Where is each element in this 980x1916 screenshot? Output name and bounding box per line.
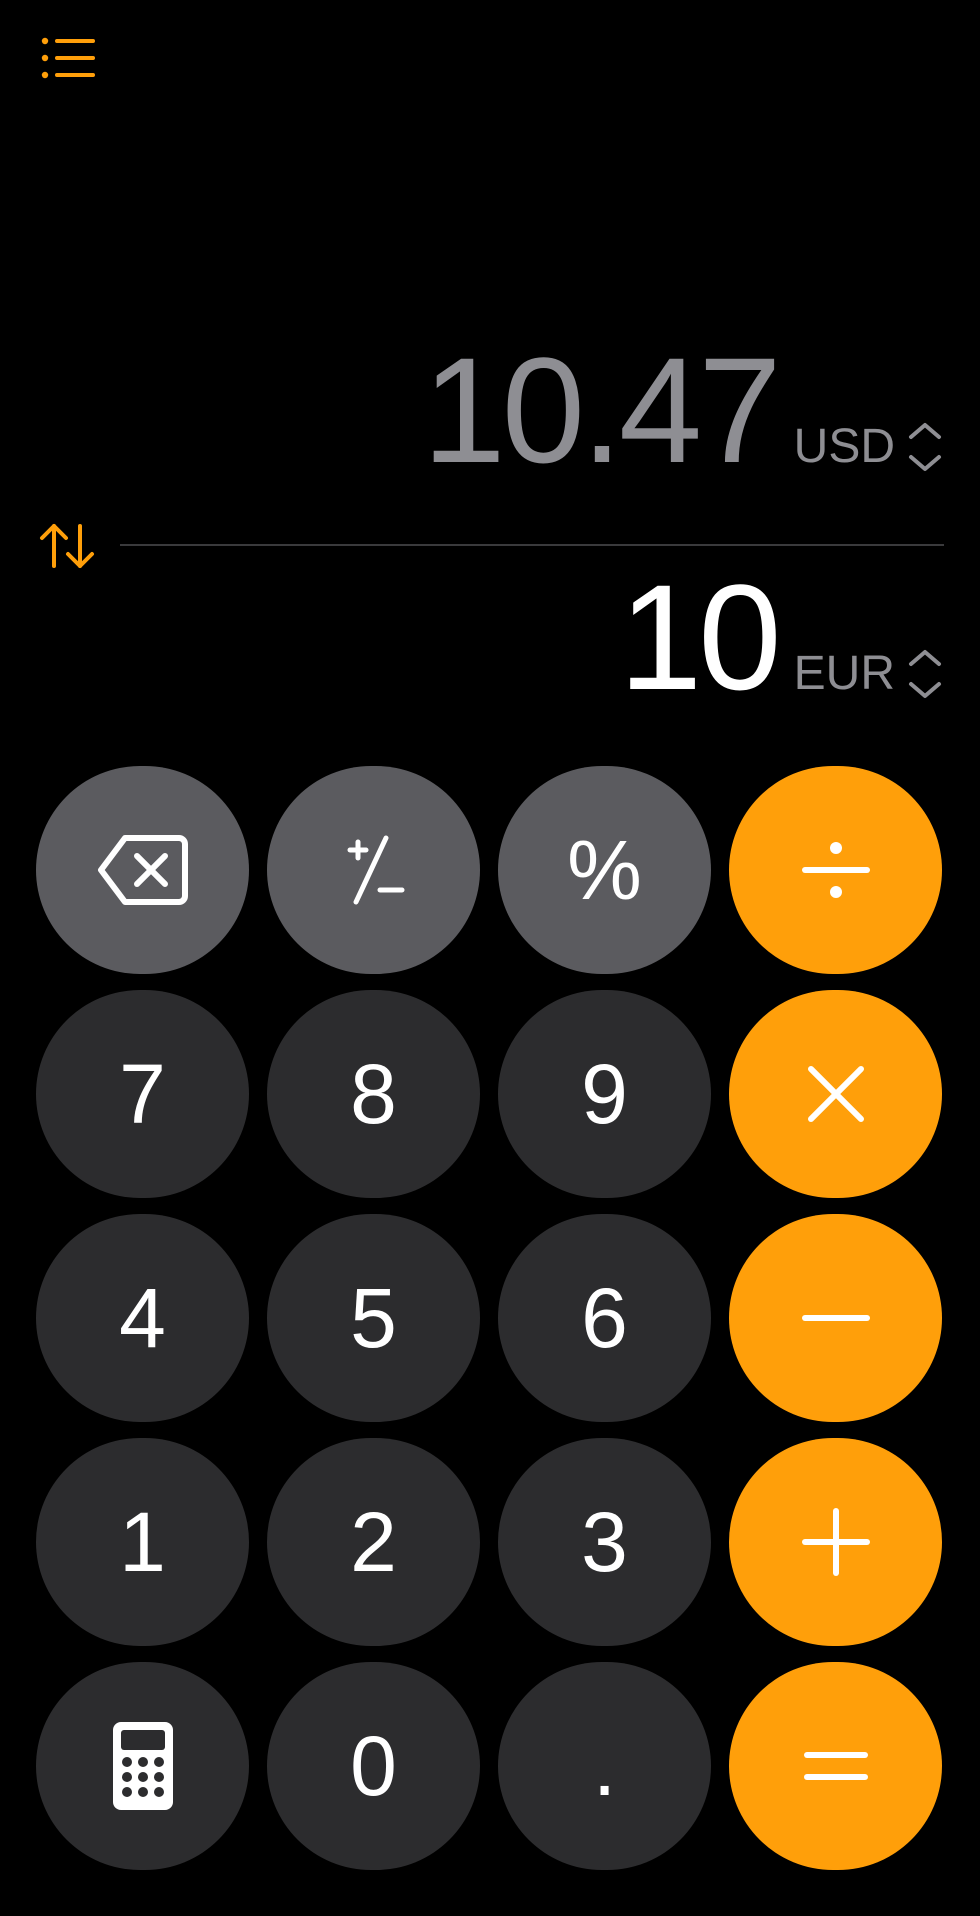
digit-3-label: 3 [581,1495,628,1589]
plus-button[interactable] [729,1438,942,1646]
equals-icon [803,1752,868,1780]
backspace-icon [97,835,188,905]
digit-9-label: 9 [581,1047,628,1141]
digit-8-button[interactable]: 8 [267,990,480,1198]
keypad: % 7 8 9 4 5 6 1 2 3 0 . [36,766,945,1870]
menu-button[interactable] [40,34,100,84]
digit-5-label: 5 [350,1271,397,1365]
source-amount-row: 10.47 USD [422,335,945,485]
digit-2-button[interactable]: 2 [267,1438,480,1646]
plus-minus-icon [347,835,404,905]
minus-button[interactable] [729,1214,942,1422]
digit-7-button[interactable]: 7 [36,990,249,1198]
plus-icon [801,1508,870,1576]
multiply-button[interactable] [729,990,942,1198]
digit-7-label: 7 [119,1047,166,1141]
amount-divider [120,544,944,546]
digit-1-label: 1 [119,1495,166,1589]
swap-arrows-icon [40,524,94,568]
source-amount-value: 10.47 [422,326,781,494]
percent-label: % [567,823,642,917]
equals-button[interactable] [729,1662,942,1870]
digit-8-label: 8 [350,1047,397,1141]
digit-6-button[interactable]: 6 [498,1214,711,1422]
digit-4-label: 4 [119,1271,166,1365]
digit-5-button[interactable]: 5 [267,1214,480,1422]
chevron-up-down-icon [909,422,941,471]
swap-currencies-button[interactable] [38,518,96,574]
digit-3-button[interactable]: 3 [498,1438,711,1646]
digit-0-button[interactable]: 0 [267,1662,480,1870]
plus-minus-button[interactable] [267,766,480,974]
multiply-icon [807,1066,864,1122]
target-amount-row: 10 EUR [619,562,945,712]
digit-9-button[interactable]: 9 [498,990,711,1198]
source-currency-selector[interactable]: USD [794,419,945,475]
digit-0-label: 0 [350,1719,397,1813]
decimal-label: . [592,1719,617,1813]
digit-1-button[interactable]: 1 [36,1438,249,1646]
digit-6-label: 6 [581,1271,628,1365]
calculator-icon [112,1722,173,1810]
minus-icon [801,1315,870,1321]
source-currency-code: USD [793,420,895,473]
decimal-button[interactable]: . [498,1662,711,1870]
chevron-up-down-icon [909,649,941,698]
digit-2-label: 2 [350,1495,397,1589]
target-currency-code: EUR [793,647,895,700]
percent-button[interactable]: % [498,766,711,974]
target-currency-selector[interactable]: EUR [794,646,945,702]
backspace-button[interactable] [36,766,249,974]
divide-icon [801,842,870,898]
digit-4-button[interactable]: 4 [36,1214,249,1422]
calculator-mode-button[interactable] [36,1662,249,1870]
list-bullet-icon [41,37,95,79]
divide-button[interactable] [729,766,942,974]
target-amount-value: 10 [618,553,782,721]
